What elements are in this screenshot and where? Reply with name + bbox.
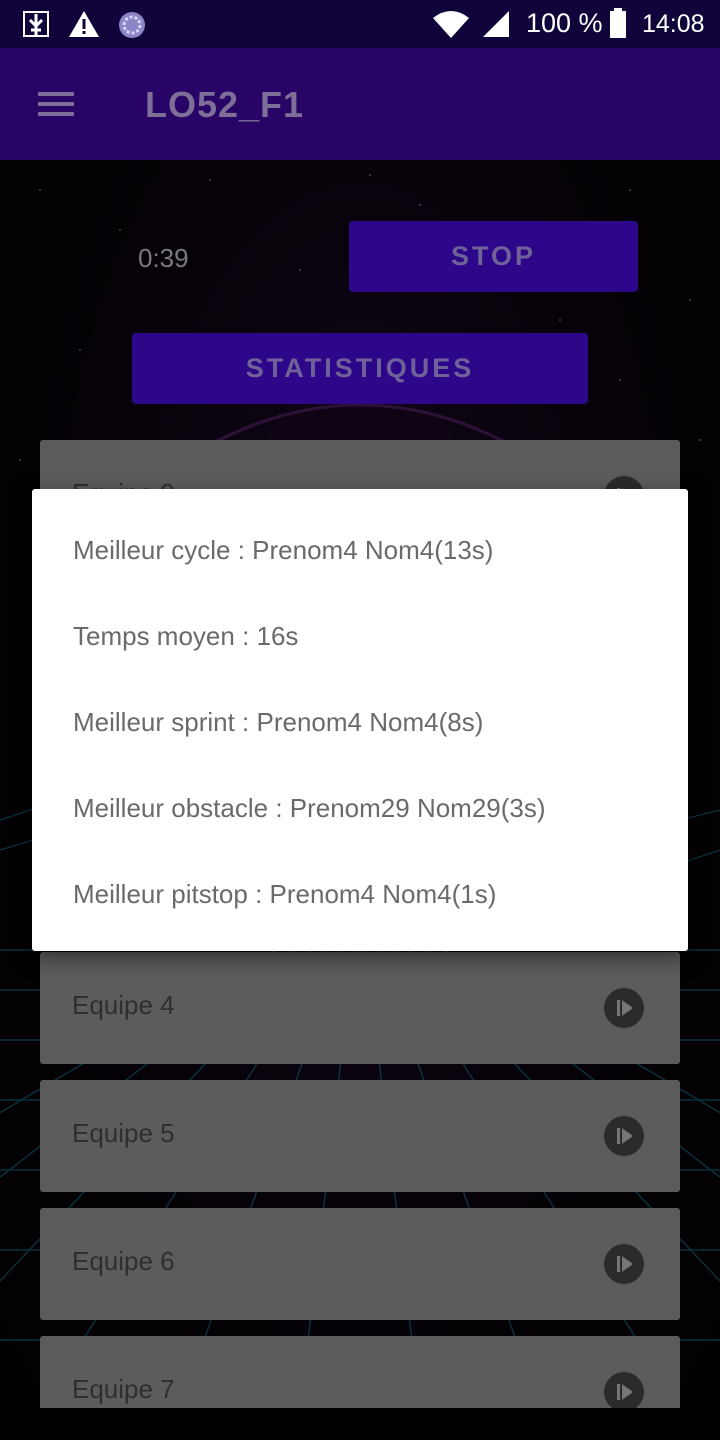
play-next-icon[interactable] [604,1372,644,1412]
team-label: Equipe 4 [72,990,175,1020]
statistics-button[interactable]: STATISTIQUES [132,333,588,404]
statistics-dialog: Meilleur cycle : Prenom4 Nom4(13s) Temps… [32,489,688,951]
page-title: LO52_F1 [145,84,305,125]
stat-average-time: Temps moyen : 16s [73,621,299,651]
sync-circle-icon [119,12,145,38]
team-card[interactable]: Equipe 5 [40,1080,680,1192]
battery-icon [610,8,626,38]
battery-percentage: 100 % [526,8,603,38]
stat-best-cycle: Meilleur cycle : Prenom4 Nom4(13s) [73,535,494,565]
app-bar: LO52_F1 [0,48,720,160]
signal-icon [483,11,509,37]
race-timer: 0:39 [138,243,189,273]
team-label: Equipe 7 [72,1374,175,1404]
usb-debug-icon [23,11,49,37]
warning-icon [69,11,99,37]
stat-best-pitstop: Meilleur pitstop : Prenom4 Nom4(1s) [73,879,497,909]
wifi-icon [433,11,469,38]
team-label: Equipe 6 [72,1246,175,1276]
bottom-edge [0,1408,720,1440]
stop-button[interactable]: STOP [349,221,638,292]
team-card[interactable]: Equipe 4 [40,952,680,1064]
team-label: Equipe 5 [72,1118,175,1148]
stat-best-obstacle: Meilleur obstacle : Prenom29 Nom29(3s) [73,793,546,823]
status-bar: 100 % 14:08 [0,0,720,48]
play-next-icon[interactable] [604,1116,644,1156]
clock: 14:08 [642,10,705,38]
play-next-icon[interactable] [604,1244,644,1284]
stat-best-sprint: Meilleur sprint : Prenom4 Nom4(8s) [73,707,484,737]
hamburger-menu-icon[interactable] [26,84,86,124]
team-card[interactable]: Equipe 6 [40,1208,680,1320]
play-next-icon[interactable] [604,988,644,1028]
